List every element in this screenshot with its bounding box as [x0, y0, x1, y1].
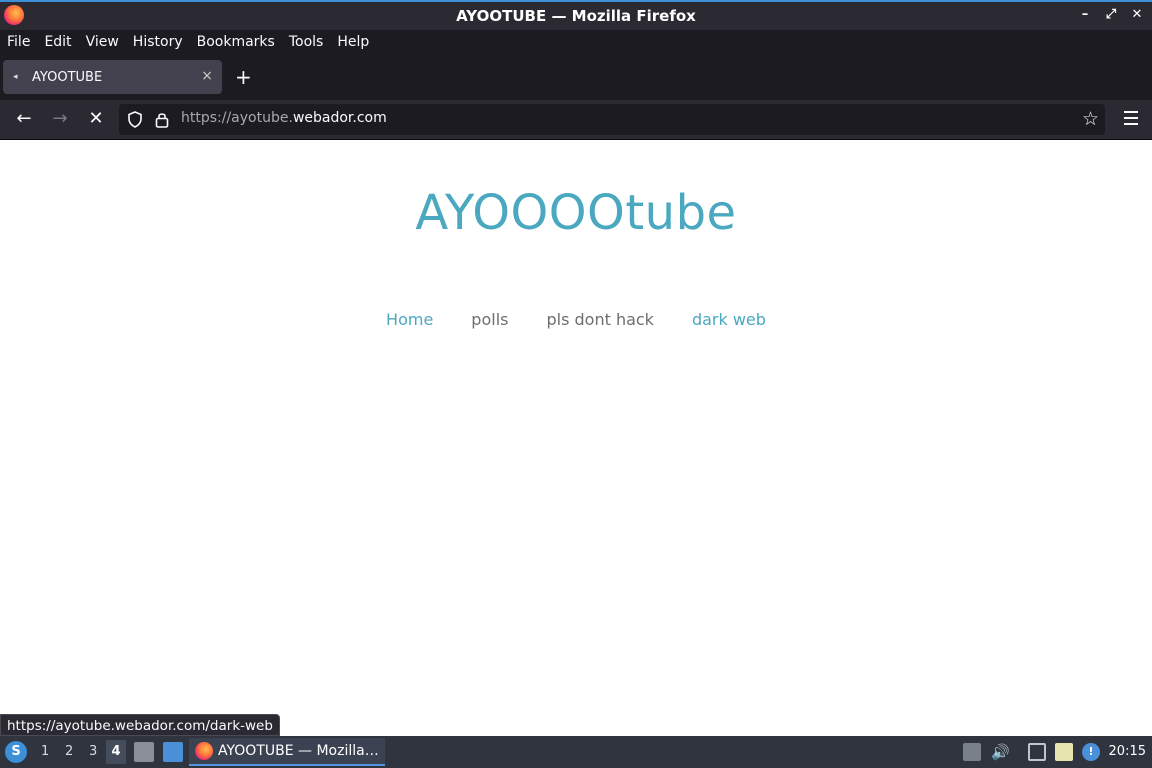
url-bar[interactable]: https://ayotube.webador.com ☆	[119, 104, 1105, 135]
menu-bookmarks[interactable]: Bookmarks	[197, 34, 275, 50]
tab-ayootube[interactable]: ◂ AYOOTUBE ×	[3, 60, 222, 94]
workspace-3[interactable]: 3	[89, 744, 97, 759]
desktop-icon[interactable]	[163, 742, 183, 762]
workspace-4[interactable]: 4	[106, 740, 126, 764]
menu-file[interactable]: File	[7, 34, 30, 50]
back-button[interactable]: ←	[12, 108, 36, 132]
loading-icon: ◂	[13, 72, 18, 82]
clipboard-icon[interactable]	[1055, 743, 1073, 761]
menu-tools[interactable]: Tools	[289, 34, 324, 50]
menu-icon[interactable]	[1124, 111, 1138, 129]
star-icon[interactable]: ☆	[1082, 108, 1099, 130]
volume-icon[interactable]: 🔊	[991, 743, 1010, 761]
url-host: webador.com	[292, 110, 387, 126]
page-content: AYOOOOtube Home polls pls dont hack dark…	[0, 140, 1152, 736]
url-text[interactable]: https://ayotube.webador.com	[181, 110, 387, 126]
new-tab-button[interactable]: +	[235, 66, 252, 88]
site-nav-home[interactable]: Home	[386, 310, 433, 329]
menu-help[interactable]: Help	[337, 34, 369, 50]
file-manager-icon[interactable]	[134, 742, 154, 762]
site-nav-dark-web[interactable]: dark web	[692, 310, 766, 329]
window-title: AYOOTUBE — Mozilla Firefox	[456, 7, 696, 25]
menu-bar: File Edit View History Bookmarks Tools H…	[0, 30, 1152, 54]
taskbar-firefox-window[interactable]: AYOOTUBE — Mozilla…	[189, 738, 385, 766]
menu-view[interactable]: View	[86, 34, 119, 50]
forward-button[interactable]: →	[48, 108, 72, 132]
shield-icon[interactable]	[127, 111, 143, 128]
close-window-button[interactable]: ✕	[1130, 6, 1144, 24]
nav-bar: ← → ✕ https://ayotube.webador.com ☆	[0, 100, 1152, 140]
site-nav-pls-dont-hack[interactable]: pls dont hack	[546, 310, 653, 329]
tab-strip: ◂ AYOOTUBE × +	[0, 54, 1152, 100]
lock-icon[interactable]	[155, 111, 169, 128]
firefox-icon	[4, 5, 24, 25]
minimize-button[interactable]: –	[1078, 6, 1092, 24]
maximize-button[interactable]: ⤢	[1104, 6, 1118, 24]
close-tab-icon[interactable]: ×	[201, 68, 213, 84]
tab-label: AYOOTUBE	[32, 69, 103, 85]
menu-edit[interactable]: Edit	[44, 34, 71, 50]
network-icon[interactable]	[1028, 743, 1046, 761]
notification-icon[interactable]: !	[1082, 743, 1100, 761]
updates-icon[interactable]	[963, 743, 981, 761]
site-nav-polls[interactable]: polls	[471, 310, 508, 329]
firefox-icon	[195, 742, 213, 760]
taskbar: S 1 2 3 4 AYOOTUBE — Mozilla… 🔊 ! 20:15	[0, 736, 1152, 768]
workspace-1[interactable]: 1	[41, 744, 49, 759]
menu-history[interactable]: History	[133, 34, 183, 50]
clock: 20:15	[1108, 744, 1146, 759]
window-titlebar: AYOOTUBE — Mozilla Firefox – ⤢ ✕	[0, 0, 1152, 30]
start-menu-icon[interactable]: S	[5, 741, 27, 763]
task-label: AYOOTUBE — Mozilla…	[218, 743, 379, 759]
url-scheme: https://ayotube.	[181, 110, 293, 126]
site-nav: Home polls pls dont hack dark web	[0, 310, 1152, 329]
stop-button[interactable]: ✕	[84, 108, 108, 132]
workspace-2[interactable]: 2	[65, 744, 73, 759]
status-link-preview: https://ayotube.webador.com/dark-web	[0, 714, 280, 736]
site-title: AYOOOOtube	[415, 185, 737, 241]
